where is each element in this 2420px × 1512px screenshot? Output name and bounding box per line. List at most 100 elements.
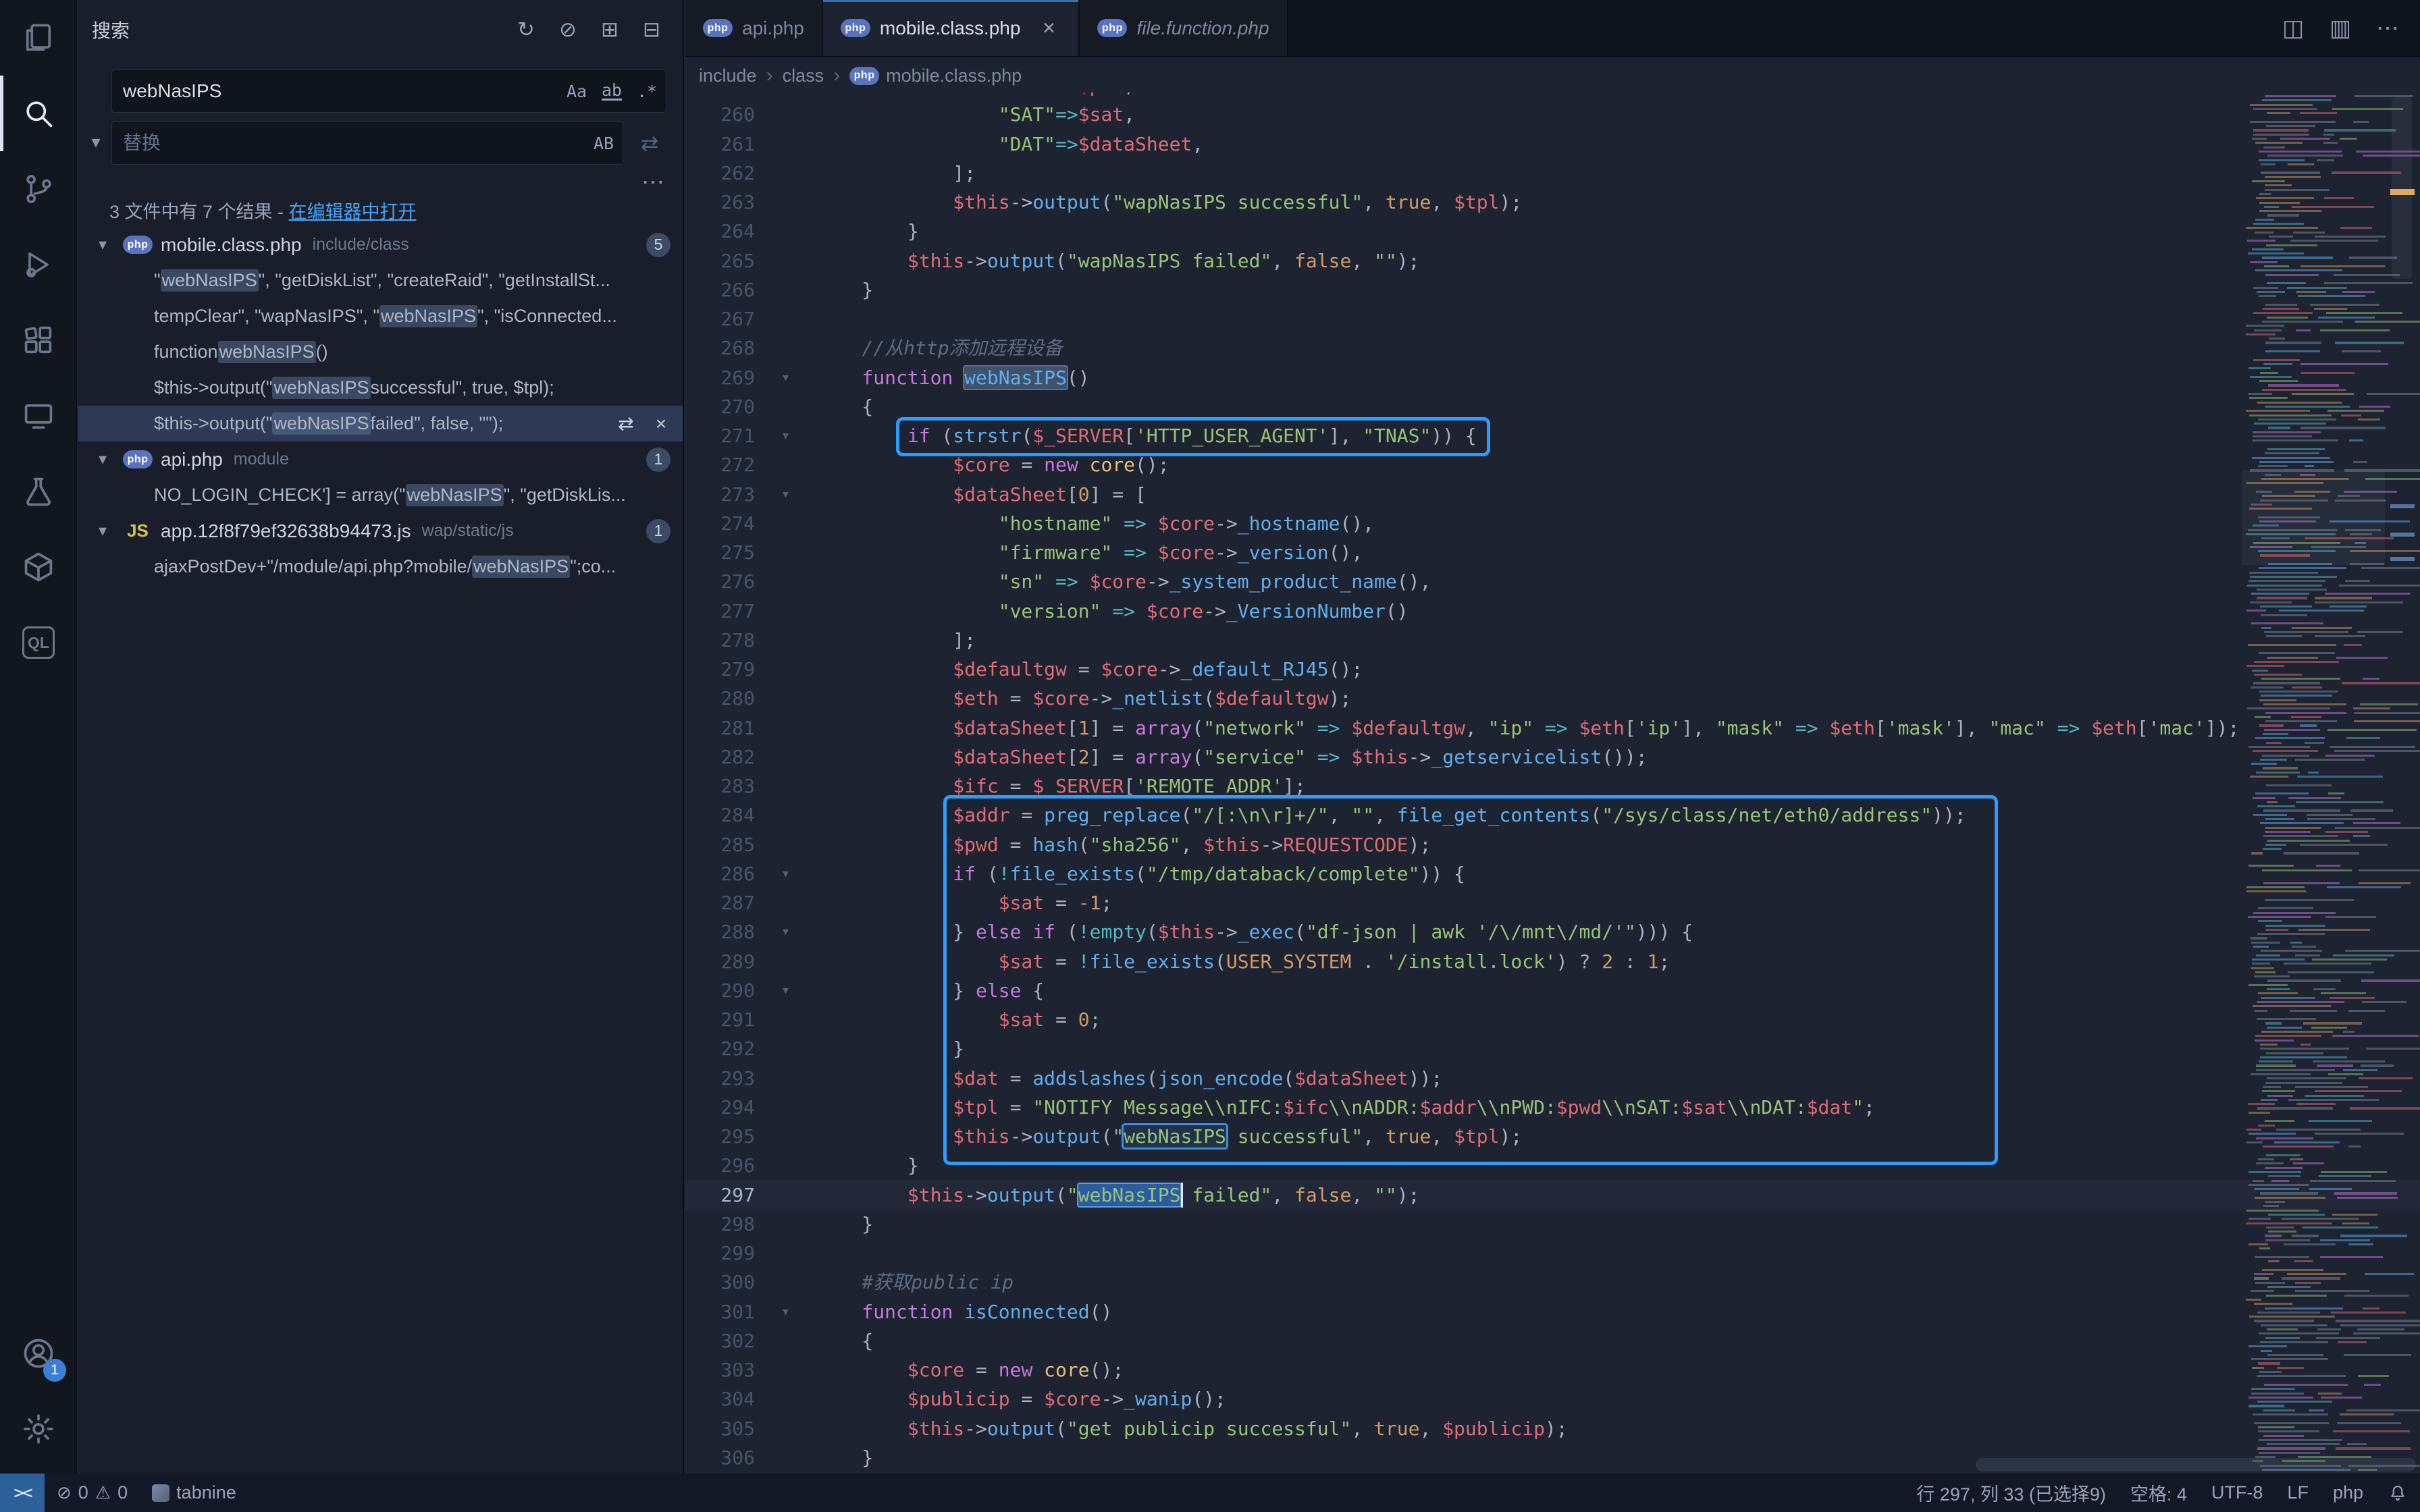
replace-input[interactable] bbox=[112, 132, 587, 154]
search-result-match[interactable]: tempClear", "wapNasIPS", "webNasIPS", "i… bbox=[78, 298, 683, 334]
breadcrumb-item[interactable]: phpmobile.class.php bbox=[849, 65, 1022, 86]
code-line[interactable]: 285 $pwd = hash("sha256", $this->REQUEST… bbox=[685, 830, 2420, 859]
code-line[interactable]: 261 "DAT"=>$dataSheet, bbox=[685, 130, 2420, 159]
remote-indicator[interactable]: >< bbox=[0, 1474, 45, 1512]
code-editor[interactable]: 259 "PWD"=>$pwd,260 "SAT"=>$sat,261 "DAT… bbox=[685, 92, 2420, 1474]
problems-status[interactable]: ⊘ 0 ⚠ 0 bbox=[45, 1474, 140, 1512]
code-line[interactable]: 272 $core = new core(); bbox=[685, 450, 2420, 479]
code-line[interactable]: 305 $this->output("get publicip successf… bbox=[685, 1414, 2420, 1443]
notifications-bell-icon[interactable] bbox=[2375, 1474, 2420, 1512]
activity-item-account[interactable]: 1 bbox=[0, 1316, 77, 1391]
fold-chevron-icon[interactable]: ▾ bbox=[755, 363, 816, 392]
code-line[interactable]: 276 "sn" => $core->_system_product_name(… bbox=[685, 567, 2420, 596]
clear-results-button[interactable]: ⊘ bbox=[550, 12, 585, 47]
code-line[interactable]: 299 bbox=[685, 1239, 2420, 1268]
open-in-editor-link[interactable]: 在编辑器中打开 bbox=[289, 202, 417, 222]
code-line[interactable]: 294 $tpl = "NOTIFY Message\\nIFC:$ifc\\n… bbox=[685, 1093, 2420, 1122]
activity-item-codeql[interactable]: QL bbox=[0, 605, 77, 680]
code-line[interactable]: 269▾ function webNasIPS() bbox=[685, 363, 2420, 392]
code-line[interactable]: 274 "hostname" => $core->_hostname(), bbox=[685, 509, 2420, 538]
code-line[interactable]: 300 #获取public ip bbox=[685, 1268, 2420, 1297]
search-result-match[interactable]: $this->output("webNasIPS failed", false,… bbox=[78, 406, 683, 441]
search-result-match[interactable]: function webNasIPS() bbox=[78, 334, 683, 370]
search-result-file[interactable]: ▾JSapp.12f8f79ef32638b94473.jswap/static… bbox=[78, 513, 683, 549]
code-line[interactable]: 291 $sat = 0; bbox=[685, 1005, 2420, 1034]
code-line[interactable]: 260 "SAT"=>$sat, bbox=[685, 100, 2420, 129]
collapse-all-button[interactable]: ⊟ bbox=[634, 12, 669, 47]
activity-item-explorer[interactable] bbox=[0, 0, 77, 76]
code-line[interactable]: 282 $dataSheet[2] = array("service" => $… bbox=[685, 742, 2420, 772]
indentation-status[interactable]: 空格: 4 bbox=[2118, 1474, 2199, 1512]
activity-item-package[interactable] bbox=[0, 529, 77, 605]
fold-chevron-icon[interactable]: ▾ bbox=[755, 480, 816, 509]
search-result-file[interactable]: ▾phpmobile.class.phpinclude/class5 bbox=[78, 227, 683, 263]
code-line[interactable]: 286▾ if (!file_exists("/tmp/databack/com… bbox=[685, 859, 2420, 888]
code-line[interactable]: 267 bbox=[685, 304, 2420, 333]
code-line[interactable]: 280 $eth = $core->_netlist($defaultgw); bbox=[685, 684, 2420, 713]
editor-tab-mobile.class.php[interactable]: phpmobile.class.php× bbox=[823, 0, 1080, 56]
fold-chevron-icon[interactable]: ▾ bbox=[755, 859, 816, 888]
fold-chevron-icon[interactable]: ▾ bbox=[755, 421, 816, 450]
code-line[interactable]: 296 } bbox=[685, 1151, 2420, 1180]
code-line[interactable]: 293 $dat = addslashes(json_encode($dataS… bbox=[685, 1064, 2420, 1093]
code-line[interactable]: 262 ]; bbox=[685, 159, 2420, 188]
code-line[interactable]: 297 $this->output("webNasIPS failed", fa… bbox=[685, 1181, 2420, 1210]
code-line[interactable]: 268 //从http添加远程设备 bbox=[685, 333, 2420, 362]
scrollbar-thumb[interactable] bbox=[2392, 97, 2412, 279]
fold-chevron-icon[interactable]: ▾ bbox=[755, 976, 816, 1005]
code-line[interactable]: 302 { bbox=[685, 1326, 2420, 1355]
activity-item-testing[interactable] bbox=[0, 454, 77, 529]
code-line[interactable]: 290▾ } else { bbox=[685, 976, 2420, 1005]
code-line[interactable]: 281 $dataSheet[1] = array("network" => $… bbox=[685, 713, 2420, 742]
code-line[interactable]: 266 } bbox=[685, 275, 2420, 304]
code-line[interactable]: 279 $defaultgw = $core->_default_RJ45(); bbox=[685, 655, 2420, 684]
code-line[interactable]: 295 $this->output("webNasIPS successful"… bbox=[685, 1122, 2420, 1151]
search-result-match[interactable]: NO_LOGIN_CHECK'] = array("webNasIPS", "g… bbox=[78, 477, 683, 513]
toggle-layout-button[interactable]: ▥ bbox=[2323, 11, 2358, 46]
code-line[interactable]: 303 $core = new core(); bbox=[685, 1355, 2420, 1384]
replace-all-button[interactable]: ⇄ bbox=[632, 126, 667, 161]
chevron-down-icon[interactable]: ▾ bbox=[99, 450, 123, 469]
fold-chevron-icon[interactable]: ▾ bbox=[755, 917, 816, 946]
code-line[interactable]: 275 "firmware" => $core->_version(), bbox=[685, 538, 2420, 567]
open-in-editor-button[interactable]: ⊞ bbox=[592, 12, 627, 47]
regex-icon[interactable]: .* bbox=[631, 75, 663, 107]
code-line[interactable]: 278 ]; bbox=[685, 626, 2420, 655]
code-line[interactable]: 289 $sat = !file_exists(USER_SYSTEM . '/… bbox=[685, 947, 2420, 976]
refresh-button[interactable]: ↻ bbox=[508, 12, 544, 47]
search-result-match[interactable]: $this->output("webNasIPS successful", tr… bbox=[78, 370, 683, 406]
activity-item-settings[interactable] bbox=[0, 1391, 77, 1467]
editor-tab-file.function.php[interactable]: phpfile.function.php bbox=[1080, 0, 1288, 56]
eol-status[interactable]: LF bbox=[2275, 1474, 2321, 1512]
code-line[interactable]: 270 { bbox=[685, 392, 2420, 421]
code-line[interactable]: 273▾ $dataSheet[0] = [ bbox=[685, 480, 2420, 509]
search-input[interactable] bbox=[112, 80, 560, 102]
toggle-replace-chevron[interactable]: ▾ bbox=[82, 101, 109, 182]
cursor-position-status[interactable]: 行 297, 列 33 (已选择9) bbox=[1904, 1474, 2118, 1512]
code-line[interactable]: 265 $this->output("wapNasIPS failed", fa… bbox=[685, 246, 2420, 275]
code-line[interactable]: 259 "PWD"=>$pwd, bbox=[685, 92, 2420, 100]
chevron-down-icon[interactable]: ▾ bbox=[99, 521, 123, 541]
dismiss-match-button[interactable]: × bbox=[646, 409, 676, 439]
split-editor-button[interactable]: ◫ bbox=[2276, 11, 2311, 46]
search-result-match[interactable]: ajaxPostDev+"/module/api.php?mobile/webN… bbox=[78, 549, 683, 585]
encoding-status[interactable]: UTF-8 bbox=[2199, 1474, 2276, 1512]
activity-item-extensions[interactable] bbox=[0, 302, 77, 378]
tab-close-icon[interactable]: × bbox=[1036, 16, 1061, 40]
replace-match-button[interactable]: ⇄ bbox=[611, 409, 641, 439]
whole-word-icon[interactable]: ab bbox=[596, 75, 628, 107]
code-line[interactable]: 263 $this->output("wapNasIPS successful"… bbox=[685, 188, 2420, 217]
search-result-match[interactable]: "webNasIPS", "getDiskList", "createRaid"… bbox=[78, 263, 683, 298]
code-line[interactable]: 292 } bbox=[685, 1034, 2420, 1063]
minimap[interactable] bbox=[2242, 92, 2385, 1474]
code-line[interactable]: 264 } bbox=[685, 217, 2420, 246]
match-case-icon[interactable]: Aa bbox=[560, 75, 593, 107]
code-line[interactable]: 301▾ function isConnected() bbox=[685, 1297, 2420, 1326]
chevron-down-icon[interactable]: ▾ bbox=[99, 235, 123, 254]
code-line[interactable]: 283 $ifc = $_SERVER['REMOTE_ADDR']; bbox=[685, 772, 2420, 801]
code-line[interactable]: 298 } bbox=[685, 1210, 2420, 1239]
code-line[interactable]: 284 $addr = preg_replace("/[:\n\r]+/", "… bbox=[685, 801, 2420, 830]
breadcrumb-item[interactable]: include bbox=[699, 65, 757, 86]
tabnine-status[interactable]: tabnine bbox=[140, 1474, 248, 1512]
code-line[interactable]: 304 $publicip = $core->_wanip(); bbox=[685, 1384, 2420, 1413]
